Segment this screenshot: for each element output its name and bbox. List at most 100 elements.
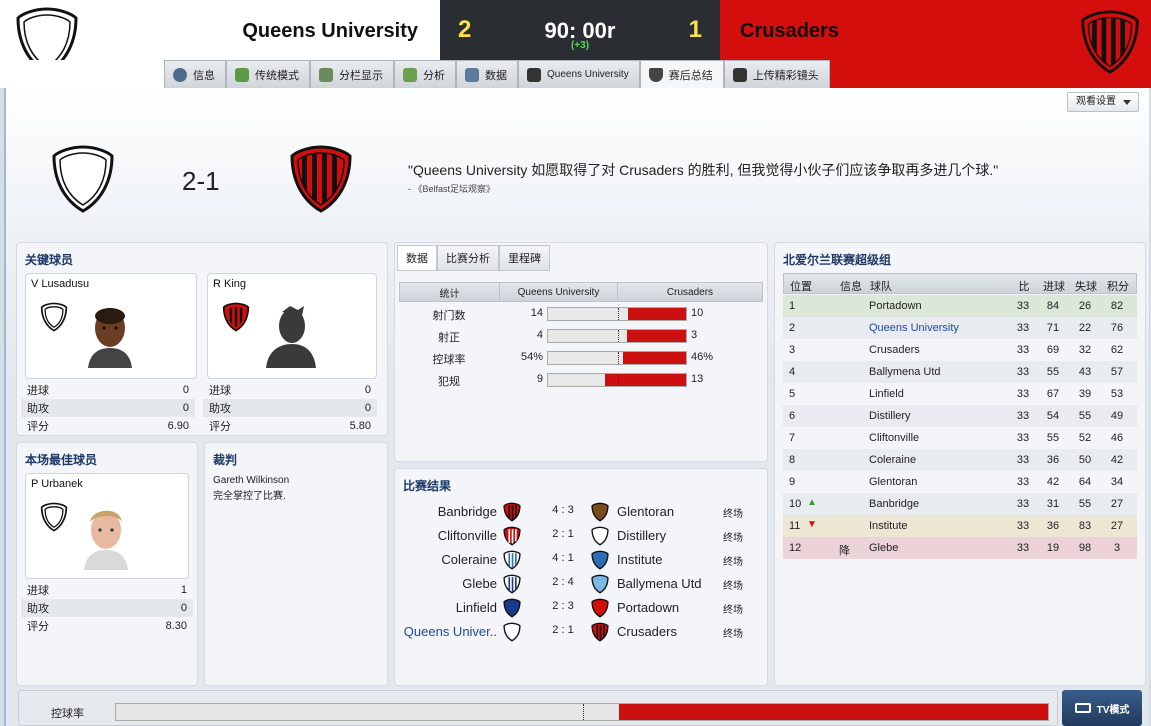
stat-away-value: 10 <box>691 307 704 319</box>
player-card[interactable]: P Urbanek <box>25 473 189 579</box>
league-team[interactable]: Cliftonville <box>869 432 919 444</box>
league-team[interactable]: Institute <box>869 520 908 532</box>
league-team[interactable]: Queens University <box>869 322 959 334</box>
referee-name: Gareth Wilkinson <box>213 475 290 486</box>
league-team[interactable]: Coleraine <box>869 454 916 466</box>
tv-mode-button[interactable]: TV模式 <box>1062 690 1142 726</box>
result-score: 4 : 1 <box>552 552 574 564</box>
league-goals-for: 55 <box>1046 366 1060 378</box>
result-row[interactable]: Glebe 2 : 4 Ballymena Utd 终场 <box>395 571 765 595</box>
league-team[interactable]: Portadown <box>869 300 922 312</box>
result-row[interactable]: Coleraine 4 : 1 Institute 终场 <box>395 547 765 571</box>
result-away-team: Distillery <box>617 528 667 543</box>
league-goals-for: 54 <box>1046 410 1060 422</box>
league-position: 8 <box>789 454 796 466</box>
stat-bar-midline <box>618 352 619 364</box>
post-match-summary: 观看设置 2-1 "Queens University 如愿取得了对 Crusa… <box>4 88 1149 726</box>
tab-stats[interactable]: 数据 <box>456 60 518 88</box>
home-crest-icon <box>503 574 521 597</box>
league-goals-against: 32 <box>1078 344 1092 356</box>
camera-icon <box>732 67 747 82</box>
league-team[interactable]: Banbridge <box>869 498 919 510</box>
tab-team[interactable]: Queens University <box>518 60 640 88</box>
stat-row: 进球 0 <box>27 384 189 397</box>
match-header: Queens University 2 90: 00r (+3) 1 Crusa… <box>0 0 1151 88</box>
league-table-panel: 北爱尔兰联赛超级组 位置 信息 球队 比赛 进球 失球 积分 1 Portadow… <box>774 242 1146 686</box>
tab-stats[interactable]: 数据 <box>397 245 437 271</box>
league-row[interactable]: 3 Crusaders 33 69 32 62 <box>783 339 1137 361</box>
stat-row: 控球率 54% 46% <box>399 347 763 369</box>
league-row[interactable]: 1 Portadown 33 84 26 82 <box>783 295 1137 317</box>
stat-label: 射正 <box>438 332 460 344</box>
home-crest-icon <box>40 502 68 532</box>
stat-row: 助攻 0 <box>21 599 193 617</box>
panel-title: 本场最佳球员 <box>25 453 98 467</box>
league-goals-for: 42 <box>1046 476 1060 488</box>
league-row[interactable]: 5 Linfield 33 67 39 53 <box>783 383 1137 405</box>
tab-upload-highlights[interactable]: 上传精彩镜头 <box>723 60 830 88</box>
league-team[interactable]: Linfield <box>869 388 904 400</box>
away-crest-icon <box>591 598 609 621</box>
player-card[interactable]: R King <box>207 273 377 379</box>
result-row[interactable]: Banbridge 4 : 3 Glentoran 终场 <box>395 499 765 523</box>
quote-source: - 《Belfast足坛观察》 <box>408 184 496 194</box>
stat-row: 助攻 0 <box>203 399 377 417</box>
away-crest-icon <box>591 550 609 573</box>
result-score: 2 : 1 <box>552 624 574 636</box>
home-crest-icon <box>52 145 114 213</box>
league-row[interactable]: 2 Queens University 33 71 22 76 <box>783 317 1137 339</box>
league-goals-against: 64 <box>1078 476 1092 488</box>
league-points: 53 <box>1110 388 1124 400</box>
league-points: 27 <box>1110 498 1124 510</box>
league-row[interactable]: 12 降 Glebe 33 19 98 3 <box>783 537 1137 559</box>
league-position: 10 <box>789 498 802 510</box>
tab-info[interactable]: 信息 <box>164 60 226 88</box>
league-row[interactable]: 10 ▲ Banbridge 33 31 55 27 <box>783 493 1137 515</box>
league-row[interactable]: 9 Glentoran 33 42 64 34 <box>783 471 1137 493</box>
league-played: 33 <box>1016 454 1030 466</box>
league-team[interactable]: Ballymena Utd <box>869 366 941 378</box>
info-icon <box>173 67 187 82</box>
result-status: 终场 <box>723 557 743 568</box>
result-away-team: Portadown <box>617 600 680 615</box>
match-stats-panel: 数据 比赛分析 里程碑 统计 Queens University Crusade… <box>394 242 768 462</box>
result-row[interactable]: Queens Univer.. 2 : 1 Crusaders 终场 <box>395 619 765 643</box>
league-row[interactable]: 8 Coleraine 33 36 50 42 <box>783 449 1137 471</box>
stat-row: 评分 8.30 <box>27 620 187 633</box>
possession-label: 控球率 <box>51 708 84 720</box>
stat-bar-midline <box>618 374 619 386</box>
panel-title: 关键球员 <box>25 253 74 267</box>
tab-match-analysis[interactable]: 比赛分析 <box>437 245 499 271</box>
home-crest-icon <box>503 526 521 549</box>
league-row[interactable]: 11 ▼ Institute 33 36 83 27 <box>783 515 1137 537</box>
scoreboard: 2 90: 00r (+3) 1 <box>440 0 720 60</box>
league-row[interactable]: 7 Cliftonville 33 55 52 46 <box>783 427 1137 449</box>
result-row[interactable]: Cliftonville 2 : 1 Distillery 终场 <box>395 523 765 547</box>
league-goals-for: 31 <box>1046 498 1060 510</box>
league-position: 6 <box>789 410 796 422</box>
league-row[interactable]: 4 Ballymena Utd 33 55 43 57 <box>783 361 1137 383</box>
home-crest-icon <box>503 502 521 525</box>
tab-milestones[interactable]: 里程碑 <box>499 245 550 271</box>
stat-away-value: 46% <box>691 351 714 363</box>
league-team[interactable]: Glentoran <box>869 476 917 488</box>
stats-tabs: 数据 比赛分析 里程碑 <box>397 245 550 271</box>
match-tabs: 信息 传统模式 分栏显示 分析 数据 Queens University 赛后总… <box>164 60 830 88</box>
result-away-team: Ballymena Utd <box>617 576 702 591</box>
stat-label: 控球率 <box>432 354 466 366</box>
league-played: 33 <box>1016 300 1030 312</box>
tab-split-view[interactable]: 分栏显示 <box>310 60 394 88</box>
league-team[interactable]: Distillery <box>869 410 911 422</box>
player-photo <box>84 510 128 570</box>
view-settings-button[interactable]: 观看设置 <box>1067 92 1139 112</box>
result-row[interactable]: Linfield 2 : 3 Portadown 终场 <box>395 595 765 619</box>
tab-classic[interactable]: 传统模式 <box>226 60 310 88</box>
player-card[interactable]: V Lusadusu <box>25 273 197 379</box>
tab-post-match[interactable]: 赛后总结 <box>639 60 724 88</box>
stat-row: 助攻 0 <box>21 399 195 417</box>
league-team[interactable]: Glebe <box>869 542 898 554</box>
league-row[interactable]: 6 Distillery 33 54 55 49 <box>783 405 1137 427</box>
possession-midline <box>583 704 584 720</box>
tab-analysis[interactable]: 分析 <box>394 60 456 88</box>
league-team[interactable]: Crusaders <box>869 344 920 356</box>
